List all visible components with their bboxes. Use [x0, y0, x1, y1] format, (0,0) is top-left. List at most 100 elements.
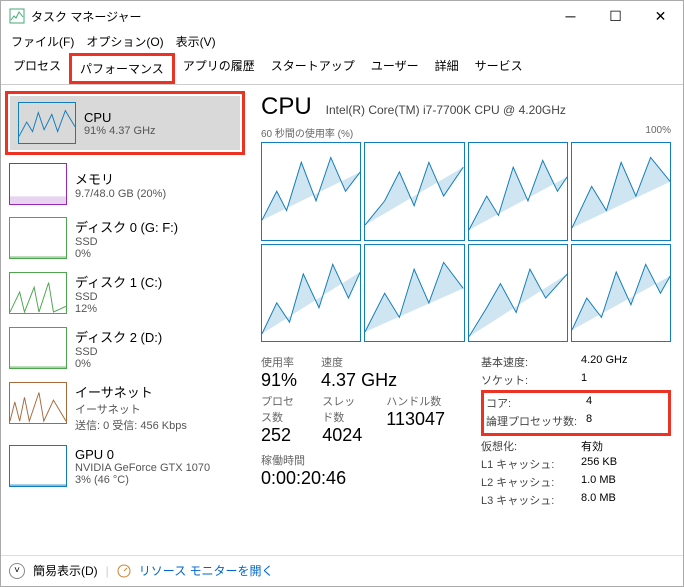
- usage-value: 91%: [261, 370, 297, 391]
- tab-processes[interactable]: プロセス: [5, 53, 69, 84]
- tab-details[interactable]: 詳細: [427, 53, 467, 84]
- menu-view[interactable]: 表示(V): [170, 31, 222, 52]
- disk1-sub: SSD: [75, 291, 162, 303]
- cpu-core-chart: [261, 142, 361, 241]
- memory-thumb: [9, 163, 67, 205]
- usage-label: 使用率: [261, 354, 297, 370]
- menu-options[interactable]: オプション(O): [80, 31, 169, 52]
- cores-highlight: コア:4 論理プロセッサ数:8: [481, 390, 671, 436]
- cpu-sub: 91% 4.37 GHz: [84, 125, 156, 137]
- detail-title: CPU: [261, 93, 312, 121]
- tab-startup[interactable]: スタートアップ: [263, 53, 363, 84]
- cores-k: コア:: [486, 395, 586, 411]
- menubar: ファイル(F) オプション(O) 表示(V): [1, 31, 683, 51]
- cpu-core-chart: [571, 142, 671, 241]
- sidebar-item-disk1[interactable]: ディスク 1 (C:) SSD 12%: [1, 266, 249, 321]
- sockets-v: 1: [581, 372, 587, 388]
- detail-header: CPU Intel(R) Core(TM) i7-7700K CPU @ 4.2…: [261, 93, 671, 121]
- sidebar-highlight: CPU 91% 4.37 GHz: [5, 91, 245, 155]
- disk0-thumb: [9, 217, 67, 259]
- uptime-label: 稼働時間: [261, 452, 469, 468]
- cpu-core-chart: [571, 244, 671, 343]
- menu-file[interactable]: ファイル(F): [5, 31, 80, 52]
- stats-right: 基本速度:4.20 GHz ソケット:1 コア:4 論理プロセッサ数:8 仮想化…: [481, 354, 671, 510]
- resource-monitor-link[interactable]: リソース モニターを開く: [139, 562, 274, 579]
- disk2-thumb: [9, 327, 67, 369]
- uptime-value: 0:00:20:46: [261, 468, 469, 489]
- threads-value: 4024: [322, 425, 362, 446]
- chevron-icon[interactable]: ˅: [9, 563, 25, 579]
- cpu-core-chart: [468, 142, 568, 241]
- chart-label-row: 60 秒間の使用率 (%) 100%: [261, 125, 671, 140]
- l2-v: 1.0 MB: [581, 474, 616, 490]
- tab-app-history[interactable]: アプリの履歴: [175, 53, 263, 84]
- ethernet-thumb: [9, 382, 67, 424]
- disk1-title: ディスク 1 (C:): [75, 272, 162, 291]
- gpu-title: GPU 0: [75, 447, 210, 462]
- base-speed-v: 4.20 GHz: [581, 354, 627, 370]
- gpu-thumb: [9, 445, 67, 487]
- l1-k: L1 キャッシュ:: [481, 456, 581, 472]
- memory-sub: 9.7/48.0 GB (20%): [75, 188, 166, 200]
- tab-users[interactable]: ユーザー: [363, 53, 427, 84]
- ethernet-title: イーサネット: [75, 382, 187, 401]
- cpu-title: CPU: [84, 110, 156, 125]
- maximize-button[interactable]: ☐: [593, 1, 638, 31]
- sockets-k: ソケット:: [481, 372, 581, 388]
- detail-panel: CPU Intel(R) Core(TM) i7-7700K CPU @ 4.2…: [249, 85, 683, 555]
- gpu-sub: NVIDIA GeForce GTX 1070: [75, 462, 210, 474]
- brief-view-button[interactable]: 簡易表示(D): [33, 562, 98, 579]
- sidebar-item-cpu[interactable]: CPU 91% 4.37 GHz: [10, 96, 240, 150]
- minimize-button[interactable]: ─: [548, 1, 593, 31]
- sidebar-item-ethernet[interactable]: イーサネット イーサネット 送信: 0 受信: 456 Kbps: [1, 376, 249, 439]
- handles-value: 113047: [386, 409, 445, 430]
- chart-label-right: 100%: [645, 125, 671, 140]
- ethernet-sub2: 送信: 0 受信: 456 Kbps: [75, 417, 187, 433]
- disk2-sub2: 0%: [75, 358, 162, 370]
- main-area: CPU 91% 4.37 GHz メモリ 9.7/48.0 GB (20%) デ…: [1, 85, 683, 555]
- speed-value: 4.37 GHz: [321, 370, 397, 391]
- cores-v: 4: [586, 395, 592, 411]
- cpu-core-chart: [364, 244, 464, 343]
- tab-performance[interactable]: パフォーマンス: [69, 53, 175, 84]
- titlebar: タスク マネージャー ─ ☐ ✕: [1, 1, 683, 31]
- tab-services[interactable]: サービス: [467, 53, 531, 84]
- disk0-sub2: 0%: [75, 248, 178, 260]
- sidebar-item-memory[interactable]: メモリ 9.7/48.0 GB (20%): [1, 157, 249, 211]
- footer: ˅ 簡易表示(D) | リソース モニターを開く: [1, 555, 683, 585]
- l3-v: 8.0 MB: [581, 492, 616, 508]
- base-speed-k: 基本速度:: [481, 354, 581, 370]
- app-icon: [9, 8, 25, 24]
- tabs: プロセス パフォーマンス アプリの履歴 スタートアップ ユーザー 詳細 サービス: [1, 53, 683, 85]
- threads-label: スレッド数: [322, 393, 362, 425]
- processes-value: 252: [261, 425, 298, 446]
- virt-k: 仮想化:: [481, 438, 581, 454]
- sidebar-item-gpu[interactable]: GPU 0 NVIDIA GeForce GTX 1070 3% (46 °C): [1, 439, 249, 493]
- stats-left: 使用率 91% 速度 4.37 GHz プロセス数 252 スレッド数: [261, 354, 469, 510]
- disk2-sub: SSD: [75, 346, 162, 358]
- sidebar-item-disk2[interactable]: ディスク 2 (D:) SSD 0%: [1, 321, 249, 376]
- stats-area: 使用率 91% 速度 4.37 GHz プロセス数 252 スレッド数: [261, 354, 671, 510]
- l3-k: L3 キャッシュ:: [481, 492, 581, 508]
- ethernet-sub: イーサネット: [75, 401, 187, 417]
- sidebar: CPU 91% 4.37 GHz メモリ 9.7/48.0 GB (20%) デ…: [1, 85, 249, 555]
- sidebar-item-disk0[interactable]: ディスク 0 (G: F:) SSD 0%: [1, 211, 249, 266]
- cpu-core-chart: [261, 244, 361, 343]
- memory-title: メモリ: [75, 169, 166, 188]
- disk2-title: ディスク 2 (D:): [75, 327, 162, 346]
- cpu-core-chart: [468, 244, 568, 343]
- l1-v: 256 KB: [581, 456, 617, 472]
- disk0-title: ディスク 0 (G: F:): [75, 217, 178, 236]
- logical-v: 8: [586, 413, 592, 429]
- window-title: タスク マネージャー: [31, 8, 548, 25]
- resmon-icon: [117, 564, 131, 578]
- detail-subtitle: Intel(R) Core(TM) i7-7700K CPU @ 4.20GHz: [326, 103, 566, 117]
- handles-label: ハンドル数: [386, 393, 445, 409]
- cpu-chart-grid: [261, 142, 671, 342]
- divider: |: [106, 564, 109, 578]
- virt-v: 有効: [581, 438, 603, 454]
- chart-label-left: 60 秒間の使用率 (%): [261, 125, 353, 140]
- gpu-sub2: 3% (46 °C): [75, 474, 210, 486]
- cpu-thumb: [18, 102, 76, 144]
- close-button[interactable]: ✕: [638, 1, 683, 31]
